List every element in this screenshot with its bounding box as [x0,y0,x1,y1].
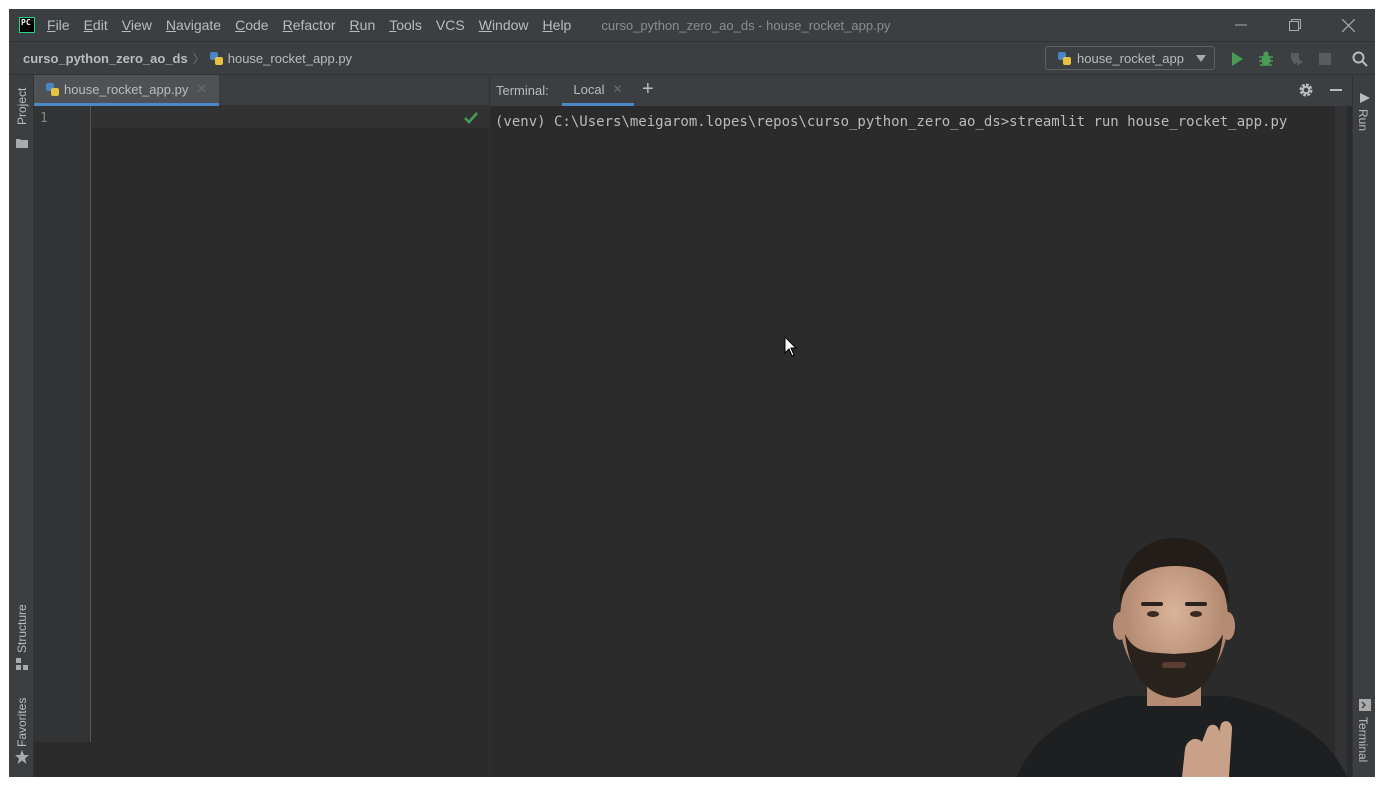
star-icon [15,750,29,764]
code-editor[interactable]: 1 [34,106,489,777]
hide-terminal-icon[interactable] [1330,89,1342,91]
project-tool-label: Project [15,87,29,125]
menu-file[interactable]: File [47,17,70,33]
play-icon [1360,93,1370,103]
terminal-title: Terminal: [496,83,549,98]
new-terminal-tab-icon[interactable]: + [642,78,654,101]
structure-tool-button[interactable]: Structure [9,595,34,675]
minimize-icon [1235,24,1247,26]
breadcrumb-file-label: house_rocket_app.py [227,50,353,66]
close-tab-icon[interactable]: ✕ [196,81,207,97]
terminal-header: Terminal: Local ✕ + [489,75,1352,106]
minimize-button[interactable] [1214,9,1268,41]
close-icon [1341,18,1355,32]
menu-window[interactable]: Window [479,17,529,33]
terminal-icon [1359,699,1371,711]
python-icon [1058,51,1071,65]
menu-refactor[interactable]: Refactor [283,17,336,33]
favorites-tool-button[interactable]: Favorites [9,687,34,771]
run-configuration-label: house_rocket_app [1077,50,1184,66]
menu-code[interactable]: Code [235,17,268,33]
folder-icon [16,139,28,148]
run-button[interactable] [1228,50,1246,68]
run-tool-button[interactable]: Run [1353,89,1375,139]
terminal-tab-label: Local [573,81,605,97]
breadcrumb-project[interactable]: curso_python_zero_ao_ds [23,51,188,66]
gear-icon[interactable] [1298,82,1314,98]
run-with-coverage-icon [1291,53,1303,66]
editor-tab-house-rocket-app[interactable]: house_rocket_app.py ✕ [34,75,219,106]
terminal-command-line: (venv) C:\Users\meigarom.lopes\repos\cur… [495,114,1288,130]
terminal-tool-button[interactable]: Terminal [1353,695,1375,775]
restore-button[interactable] [1268,9,1322,41]
breadcrumb-separator-icon: 〉 [192,51,205,66]
run-tool-label: Run [1356,109,1370,132]
structure-tool-label: Structure [15,604,29,653]
stop-icon [1319,53,1331,65]
search-everywhere-button[interactable] [1351,50,1369,68]
project-tool-button[interactable]: Project [9,83,34,153]
menu-bar: PC File Edit View Navigate Code Refactor… [9,9,1375,41]
menu-help[interactable]: Help [543,17,572,33]
menu-run[interactable]: Run [350,17,376,33]
line-number: 1 [40,111,48,126]
python-file-icon [46,82,59,96]
terminal-tool-label: Terminal [1356,717,1370,763]
terminal-tab-local[interactable]: Local ✕ [562,75,634,106]
checkmark-icon[interactable] [464,112,478,124]
run-configuration-select[interactable]: house_rocket_app [1045,46,1215,70]
debug-button[interactable] [1257,50,1275,68]
ide-window: PC File Edit View Navigate Code Refactor… [9,9,1375,777]
chevron-down-icon [1196,55,1206,62]
menu-navigate[interactable]: Navigate [166,17,221,33]
favorites-tool-label: Favorites [15,697,29,747]
current-line-highlight [91,106,489,128]
menu-edit[interactable]: Edit [84,17,108,33]
navigation-bar: curso_python_zero_ao_ds 〉 house_rocket_a… [9,41,1375,75]
structure-icon [16,658,28,670]
close-window-button[interactable] [1321,9,1375,41]
editor-gutter: 1 [34,106,91,742]
menu-vcs[interactable]: VCS [436,17,465,33]
editor-tab-bar: house_rocket_app.py ✕ [34,75,489,106]
breadcrumb-file[interactable]: house_rocket_app.py [209,50,353,66]
restore-icon [1289,19,1301,31]
search-icon [1352,51,1368,67]
editor-tab-label: house_rocket_app.py [64,81,189,97]
window-title: curso_python_zero_ao_ds - house_rocket_a… [601,17,891,33]
pycharm-logo-icon: PC [17,15,37,35]
bug-icon [1259,51,1273,66]
close-tab-icon[interactable]: ✕ [613,82,623,96]
python-file-icon [209,51,223,65]
menu-tools[interactable]: Tools [389,17,422,33]
menu-view[interactable]: View [122,17,152,33]
presenter-webcam-image [1017,538,1347,777]
play-icon [1232,52,1243,66]
mouse-cursor-icon [784,336,798,357]
coverage-button[interactable] [1287,50,1305,68]
stop-button[interactable] [1316,50,1334,68]
editor-bottom-area [34,742,489,777]
right-tool-stripe: Run Terminal [1352,75,1375,777]
left-tool-stripe: Project Structure Favorites [9,75,34,777]
